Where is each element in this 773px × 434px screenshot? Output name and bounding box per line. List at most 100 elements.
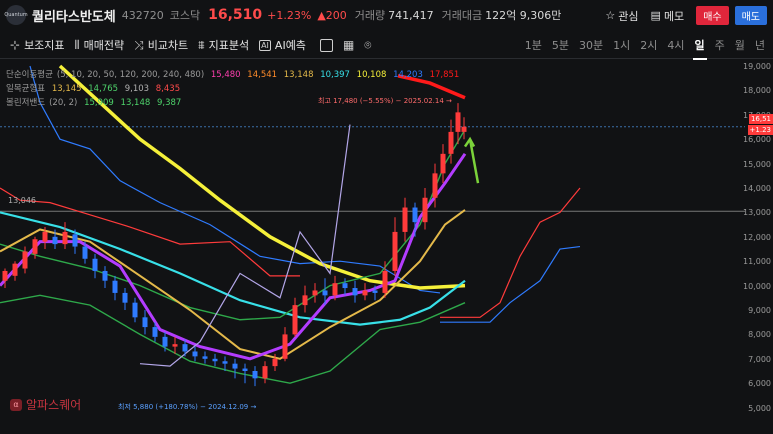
star-icon: ☆ [605, 9, 616, 22]
y-tick-label: 16,000 [743, 135, 771, 145]
period-6[interactable]: 일 [692, 37, 707, 60]
square-tool-icon[interactable] [319, 38, 333, 52]
high-annotation: 최고 17,480 (−5.55%) − 2025.02.14 → [318, 97, 452, 105]
candle-body [2, 270, 8, 281]
period-7[interactable]: 주 [715, 37, 725, 53]
stock-name[interactable]: 퀄리타스반도체 [32, 6, 116, 25]
candle-body [448, 131, 454, 154]
memo-icon: ▤ [650, 9, 661, 22]
volume-label: 거래량 [354, 9, 386, 22]
candle-body [182, 344, 188, 352]
candle-body [102, 270, 108, 281]
candle-body [362, 290, 368, 296]
bb-lower-line [0, 294, 466, 384]
y-tick-label: 13,000 [743, 208, 771, 218]
period-8[interactable]: 월 [735, 37, 745, 53]
ai-predict-button[interactable]: AI AI예측 [259, 37, 306, 53]
y-tick-label: 19,000 [743, 62, 771, 71]
aux-indicator-button[interactable]: ⊹ 보조지표 [10, 37, 65, 53]
watermark: α 알파스퀘어 [10, 396, 81, 413]
candle-body [422, 197, 428, 223]
period-9[interactable]: 년 [755, 37, 765, 53]
company-logo: Quantum [4, 5, 28, 25]
alpha-icon: α [10, 398, 22, 411]
volume-value: 741,417 [388, 8, 434, 22]
watchlist-button[interactable]: ☆ 관심 [605, 8, 638, 24]
y-tick-label: 9,000 [748, 306, 771, 315]
memo-button[interactable]: ▤ 메모 [651, 8, 685, 24]
candle-body [282, 334, 288, 359]
period-2[interactable]: 30분 [579, 37, 603, 53]
candle-body [352, 288, 358, 296]
low-annotation: 최저 5,880 (+180.78%) − 2024.12.09 → [118, 403, 257, 411]
period-0[interactable]: 1분 [525, 37, 542, 53]
candle-body [52, 236, 58, 245]
left-price-label: 13,046 [8, 196, 36, 205]
change-percent: +1.23% [267, 8, 312, 22]
strategy-button[interactable]: ⫴ 매매전략 [75, 37, 125, 53]
y-tick-label: 5,000 [748, 403, 771, 413]
period-1[interactable]: 5분 [552, 37, 569, 53]
layout-button[interactable]: ▦ [343, 38, 354, 52]
market-name: 코스닥 [169, 9, 201, 22]
candle-body [252, 371, 258, 379]
current-price: 16,510 [208, 7, 263, 23]
ma-legend[interactable]: 단순이동평균 (5, 10, 20, 50, 120, 200, 240, 480… [6, 68, 463, 80]
candle-body [455, 112, 461, 132]
change-amount: ▲200 [317, 8, 347, 22]
candle-body [292, 305, 298, 335]
amount-value: 122억 9,306만 [485, 9, 562, 22]
period-5[interactable]: 4시 [667, 37, 684, 53]
price-chart[interactable]: 단순이동평균 (5, 10, 20, 50, 120, 200, 240, 480… [0, 58, 773, 431]
candle-body [22, 251, 28, 269]
analysis-icon: ⩩ [198, 37, 205, 52]
candle-body [272, 358, 278, 367]
y-tick-label: 6,000 [748, 379, 771, 389]
grid-icon: ▦ [342, 38, 355, 52]
y-tick-label: 18,000 [743, 86, 771, 96]
candle-body [392, 231, 398, 271]
candle-body [122, 292, 128, 303]
candle-body [222, 361, 228, 364]
screenshot-button[interactable]: ⌾ [364, 38, 371, 53]
stock-code: 432720 [121, 8, 164, 22]
candle-body [162, 336, 168, 347]
candle-body [382, 270, 388, 293]
candle-body [232, 363, 238, 369]
chart-canvas[interactable] [0, 58, 773, 431]
candle-body [12, 263, 18, 276]
candle-body [92, 258, 98, 271]
y-tick-label: 8,000 [748, 330, 771, 340]
candle-body [192, 351, 198, 357]
compare-chart-button[interactable]: ⤨ 비교차트 [134, 37, 188, 53]
amount-label: 거래대금 [441, 9, 483, 22]
candle-body [332, 283, 338, 296]
candle-body [440, 153, 446, 174]
candle-body [322, 290, 328, 296]
current-change-tag: +1.23 [747, 125, 773, 135]
up-triangle-icon: ▲ [317, 8, 326, 22]
candle-body [202, 356, 208, 359]
indicator-analysis-button[interactable]: ⩩ 지표분석 [198, 37, 249, 53]
indicator-icon: ⊹ [10, 38, 21, 52]
candle-body [402, 207, 408, 232]
candle-body [212, 358, 218, 362]
period-4[interactable]: 2시 [640, 37, 657, 53]
candle-body [342, 283, 348, 289]
span-a-line [440, 187, 581, 318]
ichimoku-legend[interactable]: 일목균형표 13,145 14,765 9,103 8,435 [6, 82, 184, 94]
chart-toolbar: ⊹ 보조지표 ⫴ 매매전략 ⤨ 비교차트 ⩩ 지표분석 AI AI예측 ▦ ⌾ 1분 5분 3… [0, 32, 773, 60]
bollinger-legend[interactable]: 볼린저밴드 (20, 2) 15,909 13,148 9,387 [6, 96, 185, 108]
candle-body [242, 368, 248, 371]
buy-button[interactable]: 매수 [696, 6, 729, 25]
candle-body [82, 246, 88, 259]
shuffle-icon: ⤨ [134, 37, 144, 52]
candle-body [112, 280, 118, 293]
period-3[interactable]: 1시 [613, 37, 630, 53]
candle-body [132, 302, 138, 318]
sell-button[interactable]: 매도 [734, 6, 767, 25]
stock-header: Quantum 퀄리타스반도체 432720 코스닥 16,510 +1.23%… [0, 0, 773, 30]
candle-body [302, 295, 308, 306]
candle-body [312, 290, 318, 296]
candle-body [262, 366, 268, 379]
